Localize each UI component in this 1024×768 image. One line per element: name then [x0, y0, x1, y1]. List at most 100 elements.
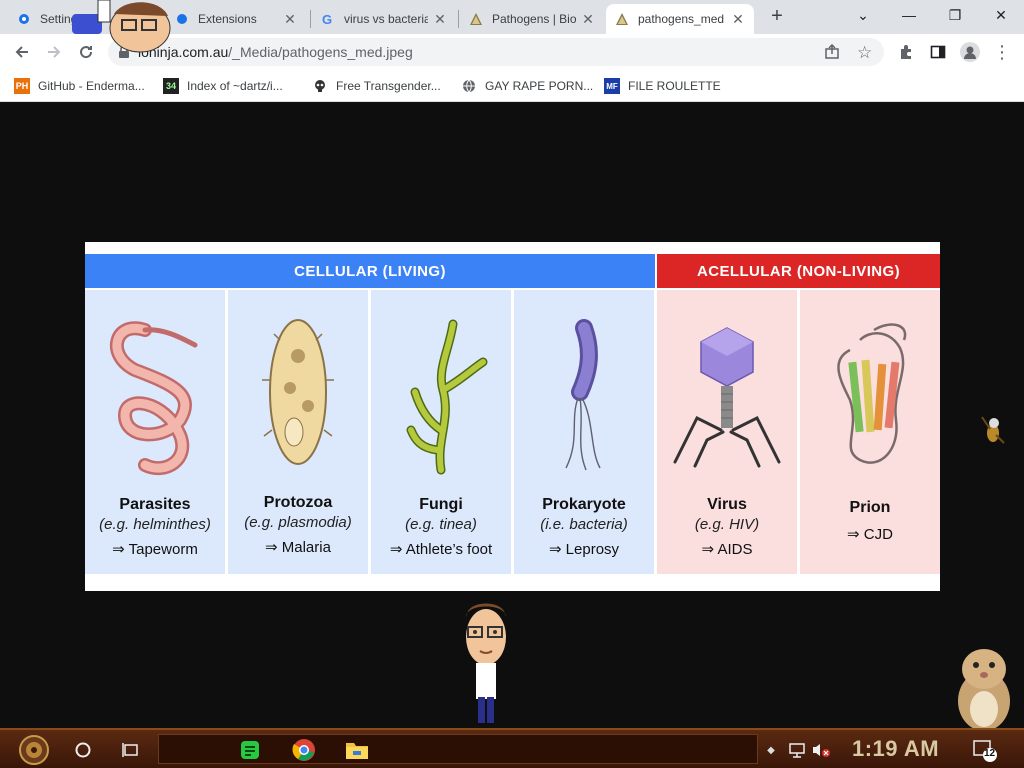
panel-example: (e.g. HIV) — [694, 516, 760, 533]
svg-text:G: G — [322, 12, 332, 26]
bacteriophage-illustration — [673, 327, 781, 468]
panel-example: (e.g. plasmodia) — [244, 514, 352, 531]
panel-protozoa: Protozoa (e.g. plasmodia) ⇒ Malaria — [228, 290, 368, 574]
skull-icon — [312, 78, 328, 94]
tab-title: Extensions — [198, 12, 257, 26]
protozoa-illustration — [262, 319, 334, 465]
extensions-icon[interactable] — [894, 40, 918, 64]
share-icon[interactable] — [824, 43, 840, 65]
panel-disease: ⇒ Malaria — [265, 539, 331, 556]
panel-prion: Prion ⇒ CJD — [800, 290, 940, 574]
flask-icon — [468, 11, 484, 27]
tab-pathogens-med[interactable]: pathogens_med ✕ — [606, 4, 754, 34]
bookmark-star-icon[interactable]: ☆ — [857, 43, 872, 63]
panel-prokaryote: Prokaryote (i.e. bacteria) ⇒ Leprosy — [514, 290, 654, 574]
bacteria-illustration — [565, 319, 601, 471]
new-tab-button[interactable]: + — [766, 6, 788, 28]
taskbar: ◆ 1:19 AM 12 — [0, 728, 1024, 768]
tab-title: Pathogens | Bio — [492, 12, 576, 26]
chrome-icon[interactable] — [290, 736, 318, 764]
maximize-button[interactable]: ❐ — [932, 0, 978, 30]
panel-title: Prion — [849, 499, 891, 516]
bookmark-label: Index of ~dartz/i... — [187, 79, 283, 93]
prion-protein-illustration — [837, 323, 907, 464]
tab-google-search[interactable]: G virus vs bacteria ✕ — [312, 4, 456, 34]
taskbar-clock[interactable]: 1:19 AM — [852, 736, 939, 762]
panel-example: (e.g. helminthes) — [99, 516, 211, 533]
panel-title: Virus — [707, 496, 747, 513]
network-icon[interactable] — [786, 736, 808, 764]
search-circle-icon[interactable] — [68, 736, 98, 764]
acellular-header: ACELLULAR (NON-LIVING) — [657, 254, 940, 288]
pixel-icon: 34 — [163, 78, 179, 94]
url-text: ioninja.com.au/_Media/pathogens_med.jpeg — [138, 44, 413, 60]
close-tab-icon[interactable]: ✕ — [282, 11, 298, 27]
notes-app-icon[interactable] — [236, 736, 264, 764]
cartoon-man-desktop-buddy[interactable] — [458, 599, 514, 725]
panel-disease: ⇒ AIDS — [701, 541, 753, 558]
google-icon: G — [320, 11, 336, 27]
close-tab-icon[interactable]: ✕ — [432, 11, 448, 27]
file-explorer-icon[interactable] — [342, 736, 372, 764]
back-icon[interactable] — [10, 40, 34, 64]
bookmark-item[interactable]: PH GitHub - Enderma... — [14, 77, 145, 95]
panel-disease: ⇒ Athlete’s foot — [389, 541, 493, 558]
puzzle-icon — [174, 11, 190, 27]
tab-title: virus vs bacteria — [344, 12, 428, 26]
ph-icon: PH — [14, 78, 30, 94]
panel-title: Prokaryote — [542, 496, 626, 513]
menu-kebab-icon[interactable]: ⋮ — [990, 40, 1014, 64]
side-panel-icon[interactable] — [926, 40, 950, 64]
tab-divider — [458, 10, 459, 28]
cellular-header: CELLULAR (LIVING) — [85, 254, 655, 288]
panel-title: Parasites — [119, 496, 191, 513]
gear-icon — [16, 11, 32, 27]
panel-disease: ⇒ CJD — [847, 526, 893, 543]
fungi-illustration — [406, 319, 488, 475]
bookmarks-bar: PH GitHub - Enderma... 34 Index of ~dart… — [0, 70, 1024, 102]
close-window-button[interactable]: ✕ — [978, 0, 1024, 30]
tab-pathogens-bio[interactable]: Pathogens | Bio ✕ — [460, 4, 604, 34]
task-view-icon[interactable] — [116, 736, 146, 764]
bookmark-label: Free Transgender... — [336, 79, 441, 93]
panel-fungi: Fungi (e.g. tinea) ⇒ Athlete’s foot — [371, 290, 511, 574]
bookmark-item[interactable]: Free Transgender... — [312, 77, 441, 95]
notification-count-badge: 12 — [984, 748, 996, 759]
show-hidden-icons-icon[interactable]: ◆ — [764, 736, 778, 764]
volume-muted-icon[interactable] — [810, 736, 832, 764]
address-bar[interactable]: ioninja.com.au/_Media/pathogens_med.jpeg… — [108, 38, 884, 66]
close-tab-icon[interactable]: ✕ — [730, 11, 746, 27]
image-viewer: CELLULAR (LIVING) ACELLULAR (NON-LIVING)… — [0, 0, 1024, 731]
panel-virus: Virus (e.g. HIV) ⇒ AIDS — [657, 290, 797, 574]
bookmark-item[interactable]: 34 Index of ~dartz/i... — [163, 77, 283, 95]
tab-search-button[interactable]: ⌄ — [840, 0, 886, 30]
tab-divider — [310, 10, 311, 28]
panel-disease: ⇒ Leprosy — [548, 541, 620, 558]
panel-parasites: Parasites (e.g. helminthes) ⇒ Tapeworm — [85, 290, 225, 574]
minimize-button[interactable]: — — [886, 0, 932, 30]
panel-example: (i.e. bacteria) — [540, 516, 628, 533]
flask-icon — [614, 11, 630, 27]
bookmark-label: GitHub - Enderma... — [38, 79, 145, 93]
panel-disease: ⇒ Tapeworm — [112, 541, 198, 558]
bookmark-label: GAY RAPE PORN... — [485, 79, 594, 93]
profile-avatar-icon[interactable] — [958, 40, 982, 64]
pathogens-image[interactable]: CELLULAR (LIVING) ACELLULAR (NON-LIVING)… — [85, 242, 940, 591]
tapeworm-illustration — [110, 321, 198, 476]
tab-extensions[interactable]: Extensions ✕ — [166, 4, 306, 34]
bookmark-item[interactable]: GAY RAPE PORN... — [461, 77, 593, 95]
flying-bug-icon[interactable] — [978, 413, 1008, 447]
hamster-desktop-pet[interactable] — [946, 643, 1020, 733]
url-path: /_Media/pathogens_med.jpeg — [228, 44, 413, 60]
panel-title: Fungi — [419, 496, 463, 513]
start-button[interactable] — [8, 735, 60, 765]
notification-center-button[interactable]: 12 — [970, 736, 1000, 764]
bookmark-label: FILE ROULETTE — [628, 79, 721, 93]
mf-icon: MF — [604, 78, 620, 94]
close-tab-icon[interactable]: ✕ — [580, 11, 596, 27]
bookmark-item[interactable]: MF FILE ROULETTE — [604, 77, 721, 95]
globe-icon — [461, 78, 477, 94]
cartoon-man-peeking-buddy[interactable] — [68, 0, 174, 58]
forward-icon[interactable] — [42, 40, 66, 64]
panel-example: (e.g. tinea) — [405, 516, 477, 533]
